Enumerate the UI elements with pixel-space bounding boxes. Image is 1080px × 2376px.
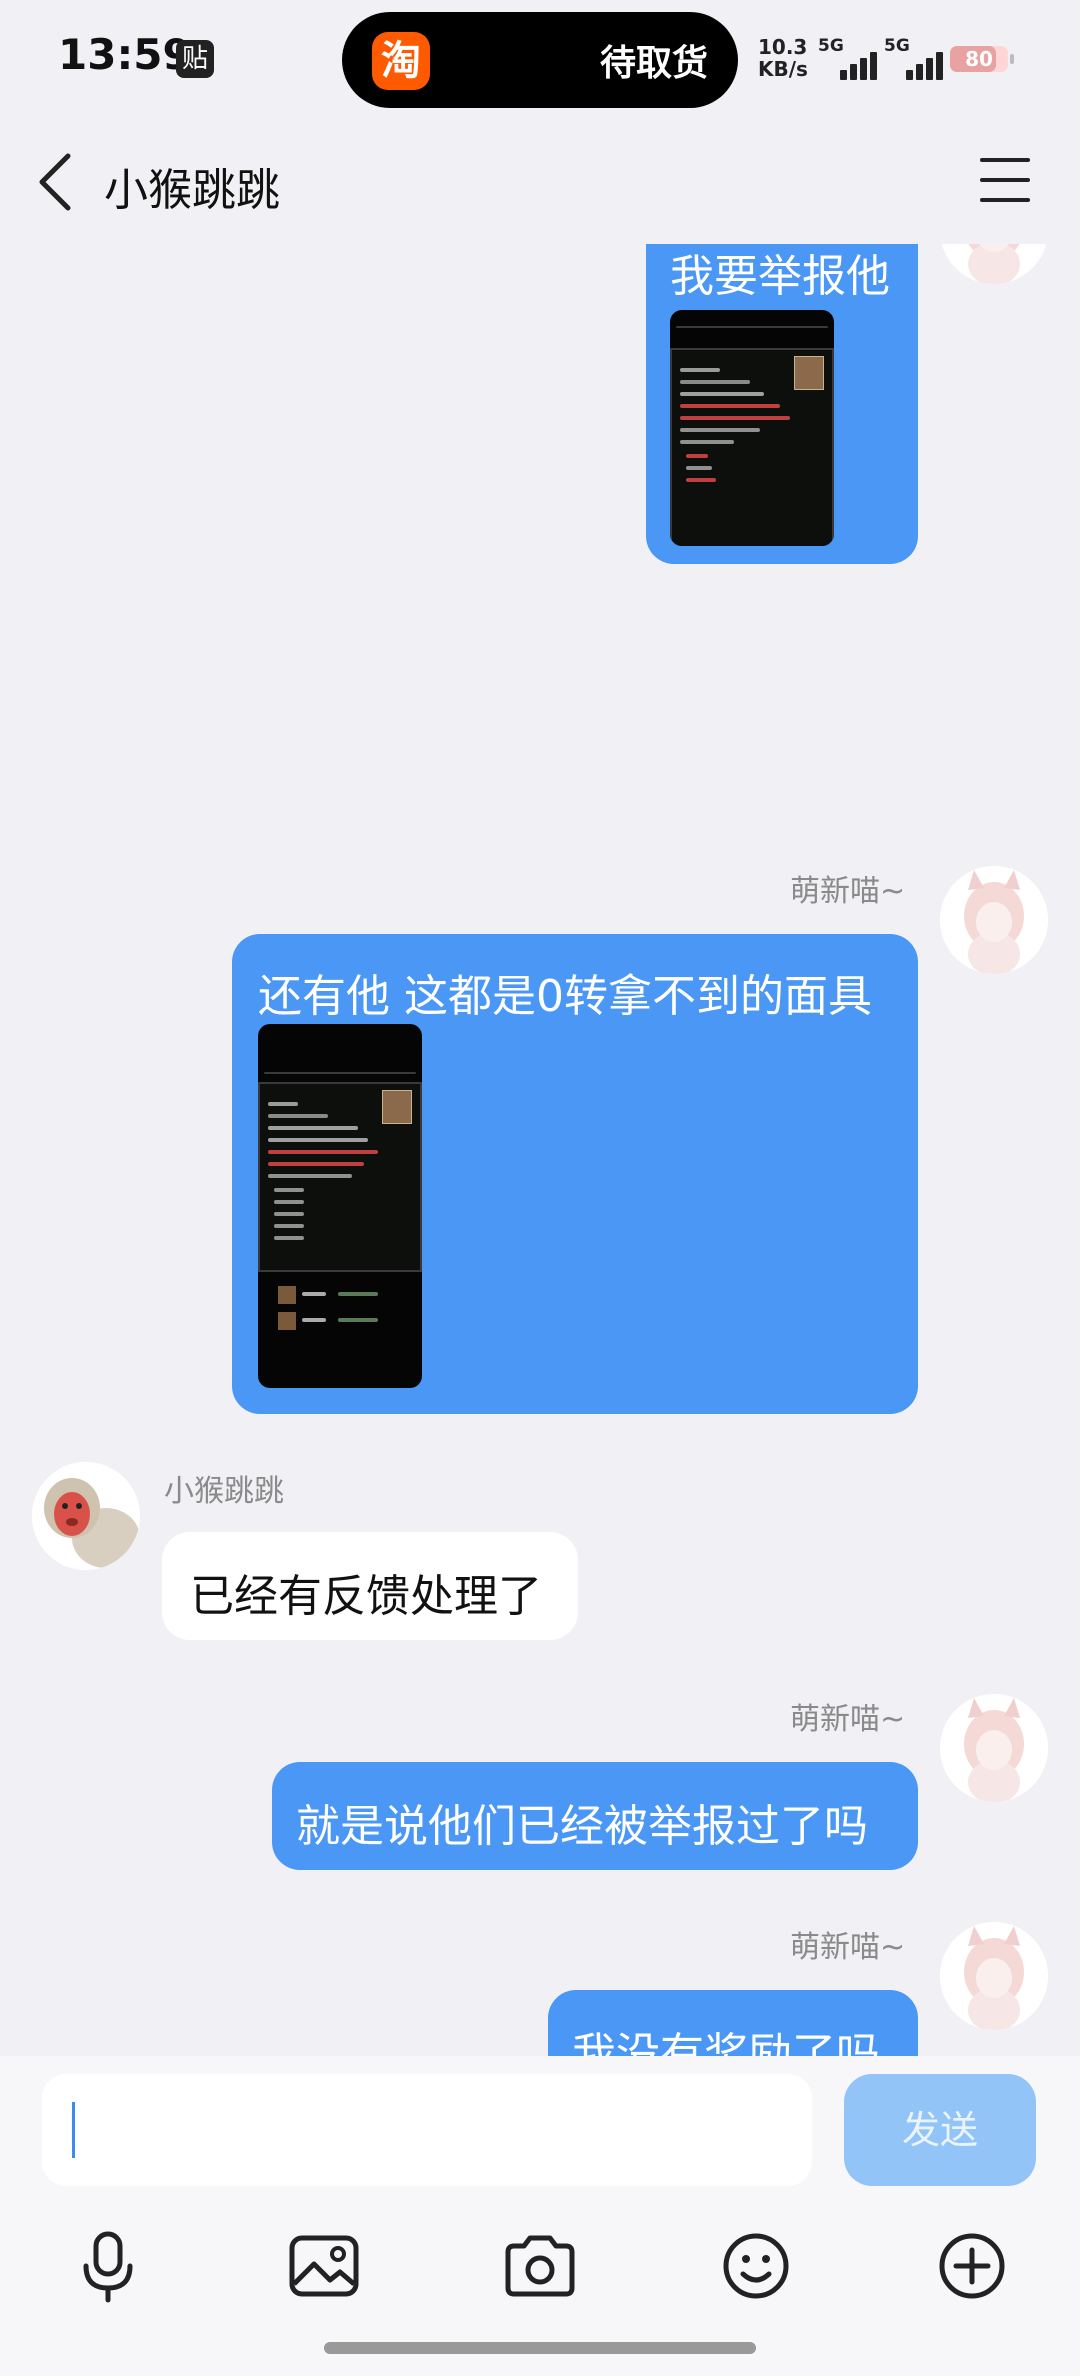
plus-icon — [939, 2233, 1005, 2299]
message-text: 已经有反馈处理了 — [190, 1571, 542, 1622]
message-text: 就是说他们已经被举报过了吗 — [296, 1801, 868, 1852]
avatar[interactable] — [940, 866, 1048, 974]
message-bubble-outgoing[interactable]: 还有他 这都是0转拿不到的面具 — [232, 934, 918, 1414]
gallery-button[interactable] — [284, 2226, 364, 2306]
sender-name: 萌新喵~ — [790, 1702, 906, 1737]
chevron-left-icon — [39, 153, 71, 211]
sender-name: 小猴跳跳 — [164, 1474, 284, 1509]
battery-icon: 80 — [950, 46, 1014, 72]
camera-button[interactable] — [500, 2226, 580, 2306]
message-list[interactable]: 我要举报他 萌新喵~ 还有他 这都是0转拿不到的面具 小猴跳跳 已经有反馈处理了… — [0, 244, 1080, 2056]
network-speed-value: 10.3 — [758, 35, 808, 59]
message-input[interactable] — [42, 2074, 812, 2186]
text-caret — [72, 2102, 75, 2158]
message-text: 我没有奖励了吗 — [572, 2029, 880, 2056]
avatar[interactable] — [940, 1922, 1048, 2030]
sticker-badge-icon: 贴 — [176, 40, 214, 78]
message-bubble-outgoing[interactable]: 我没有奖励了吗 — [548, 1990, 918, 2056]
sender-name: 萌新喵~ — [790, 874, 906, 909]
taobao-app-icon: 淘 — [372, 32, 430, 90]
more-button[interactable] — [932, 2226, 1012, 2306]
sender-name: 萌新喵~ — [790, 1930, 906, 1965]
menu-button[interactable] — [980, 158, 1030, 202]
game-dialog-thumbnail — [670, 348, 834, 546]
avatar[interactable] — [940, 244, 1048, 284]
send-button[interactable]: 发送 — [844, 2074, 1036, 2186]
camera-icon — [505, 2235, 575, 2297]
screenshot-image[interactable] — [670, 310, 834, 546]
screenshot-image[interactable] — [258, 1024, 422, 1388]
emoji-icon — [723, 2233, 789, 2299]
chat-header: 小猴跳跳 — [0, 120, 1080, 244]
emoji-button[interactable] — [716, 2226, 796, 2306]
monkey-avatar-icon — [32, 1462, 140, 1570]
message-bubble-outgoing[interactable]: 我要举报他 — [646, 244, 918, 564]
avatar[interactable] — [940, 1694, 1048, 1802]
cat-girl-avatar-icon — [940, 244, 1048, 284]
status-bar: 13:59 贴 淘 待取货 10.3 KB/s 5G 5G 80 — [0, 0, 1080, 120]
avatar[interactable] — [32, 1462, 140, 1570]
battery-level: 80 — [965, 47, 993, 71]
message-bubble-incoming[interactable]: 已经有反馈处理了 — [162, 1532, 578, 1640]
input-bar: 发送 — [0, 2056, 1080, 2376]
message-text: 还有他 这都是0转拿不到的面具 — [258, 971, 872, 1022]
message-bubble-outgoing[interactable]: 就是说他们已经被举报过了吗 — [272, 1762, 918, 1870]
cat-girl-avatar-icon — [940, 866, 1048, 974]
network-speed-unit: KB/s — [758, 57, 808, 81]
home-indicator[interactable] — [324, 2342, 756, 2354]
image-icon — [289, 2235, 359, 2297]
cat-girl-avatar-icon — [940, 1922, 1048, 2030]
page-title: 小猴跳跳 — [104, 165, 280, 216]
back-button[interactable] — [30, 150, 90, 214]
microphone-icon — [83, 2231, 133, 2303]
game-dialog-thumbnail — [258, 1082, 422, 1272]
network-speed: 10.3 KB/s — [758, 36, 808, 80]
island-status-text: 待取货 — [599, 43, 708, 84]
cat-girl-avatar-icon — [940, 1694, 1048, 1802]
microphone-button[interactable] — [68, 2226, 148, 2306]
message-text: 我要举报他 — [670, 251, 890, 302]
status-time: 13:59 — [58, 30, 192, 79]
dynamic-island[interactable]: 淘 待取货 — [342, 12, 738, 108]
